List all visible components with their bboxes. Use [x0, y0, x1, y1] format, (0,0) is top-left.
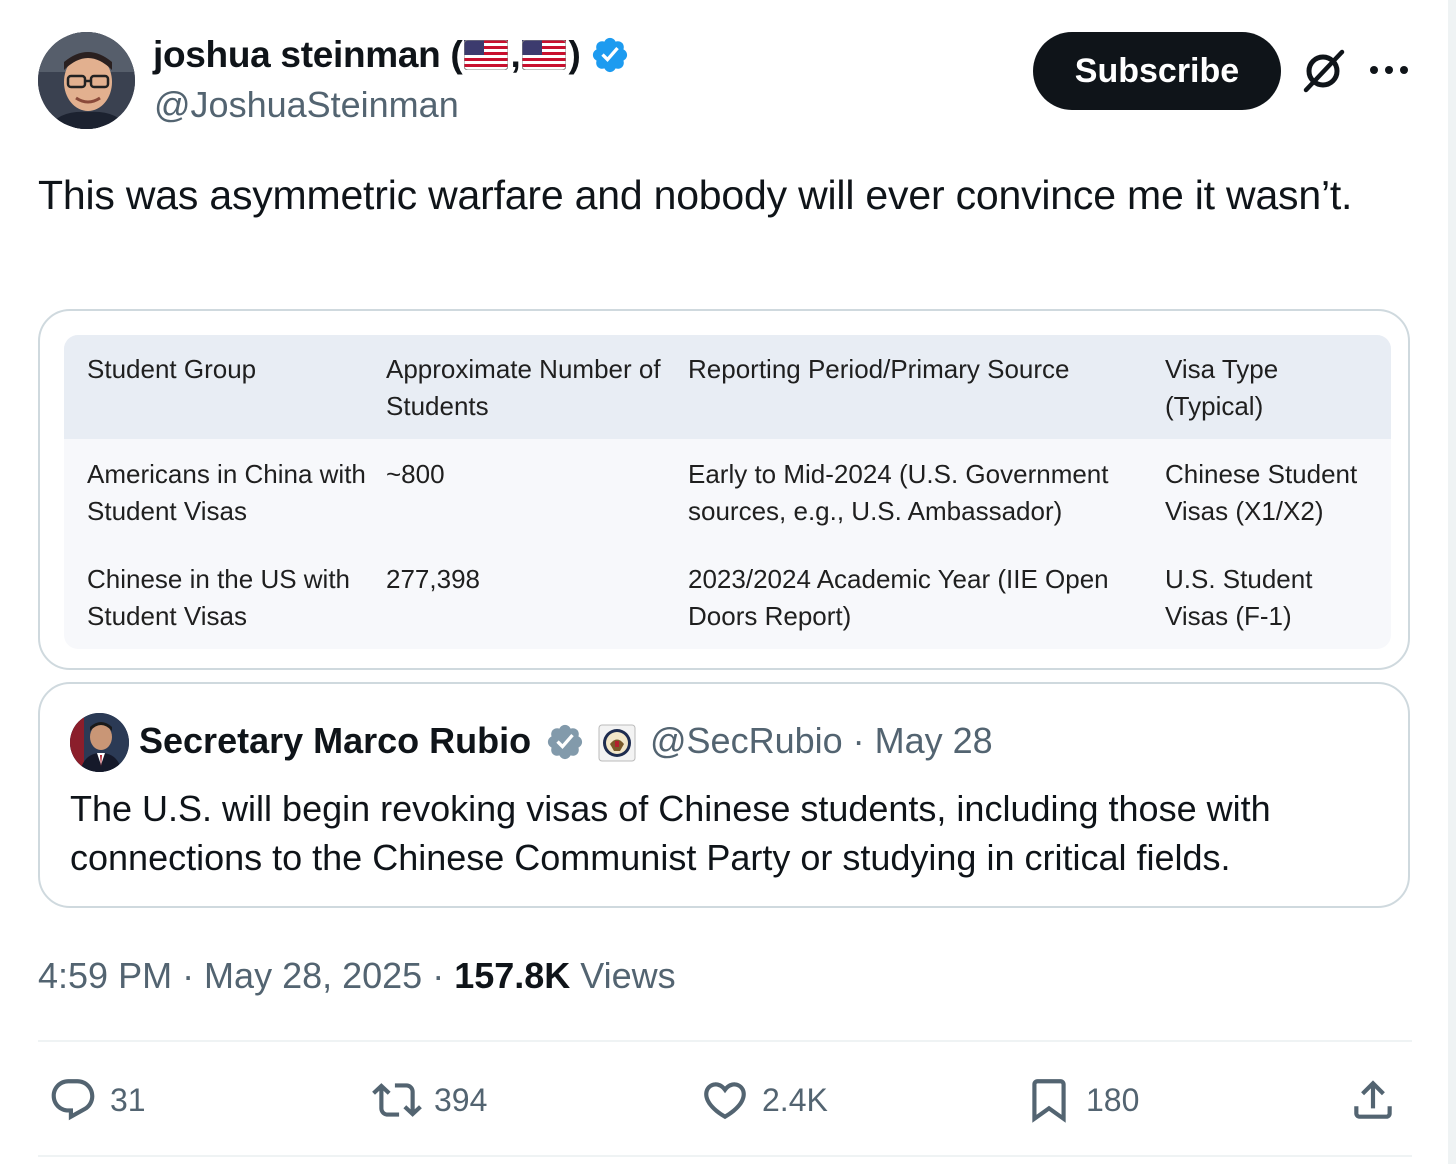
- quoted-author-name[interactable]: Secretary Marco Rubio: [139, 720, 531, 762]
- views-label: Views: [570, 955, 676, 996]
- subscribe-button[interactable]: Subscribe: [1033, 32, 1281, 110]
- grok-icon[interactable]: [1298, 46, 1348, 96]
- reply-button[interactable]: 31: [48, 1070, 146, 1130]
- gray-verified-badge-icon[interactable]: [545, 722, 585, 762]
- tweet-timestamp-views: 4:59 PM · May 28, 2025 · 157.8K Views: [38, 955, 676, 997]
- table-header-cell: Approximate Number of Students: [386, 354, 661, 421]
- table-cell: U.S. Student Visas (F-1): [1165, 564, 1313, 631]
- table-cell: Americans in China with Student Visas: [87, 459, 366, 526]
- table-cell: 2023/2024 Academic Year (IIE Open Doors …: [688, 564, 1109, 631]
- table-cell: ~800: [386, 459, 445, 489]
- author-display-name[interactable]: joshua steinman ( , ): [153, 34, 630, 76]
- table-header-cell: Visa Type (Typical): [1165, 354, 1279, 421]
- table-cell: Chinese Student Visas (X1/X2): [1165, 459, 1358, 526]
- repost-count: 394: [434, 1081, 488, 1118]
- tweet-text: This was asymmetric warfare and nobody w…: [38, 172, 1353, 218]
- table-header-cell: Student Group: [87, 354, 257, 384]
- share-icon: [1354, 1080, 1392, 1119]
- bookmark-icon: [1032, 1079, 1066, 1123]
- display-name-text: joshua steinman (: [153, 34, 463, 75]
- quoted-tweet[interactable]: Secretary Marco Rubio @SecRubio · May 28…: [38, 682, 1410, 908]
- divider: [38, 1155, 1412, 1157]
- like-count: 2.4K: [762, 1081, 828, 1118]
- verified-badge-icon[interactable]: [590, 35, 630, 75]
- quoted-author-avatar[interactable]: [70, 713, 129, 772]
- table-header-cell: Reporting Period/Primary Source: [688, 354, 1070, 384]
- tweet-timestamp[interactable]: 4:59 PM · May 28, 2025 ·: [38, 955, 454, 996]
- us-flag-icon: [464, 40, 509, 70]
- author-handle[interactable]: @JoshuaSteinman: [154, 84, 459, 126]
- share-button[interactable]: [1348, 1070, 1398, 1130]
- tweet-media-card[interactable]: Student Group Approximate Number of Stud…: [38, 309, 1410, 670]
- state-department-seal-icon: [598, 724, 636, 762]
- table-cell: Early to Mid-2024 (U.S. Government sourc…: [688, 459, 1109, 526]
- table-cell: Chinese in the US with Student Visas: [87, 564, 351, 631]
- repost-button[interactable]: 394: [372, 1070, 487, 1130]
- bookmark-count: 180: [1086, 1081, 1140, 1118]
- display-name-separator: ,: [510, 34, 521, 75]
- repost-icon: [372, 1083, 422, 1117]
- reply-count: 31: [110, 1081, 146, 1118]
- divider: [38, 1040, 1412, 1042]
- heart-icon: [704, 1082, 746, 1120]
- student-visa-table: Student Group Approximate Number of Stud…: [64, 335, 1391, 649]
- quoted-handle-and-date[interactable]: @SecRubio · May 28: [650, 720, 993, 762]
- scroll-edge: [1448, 0, 1456, 1164]
- table-cell: 277,398: [386, 564, 480, 594]
- bookmark-button[interactable]: 180: [1024, 1070, 1139, 1130]
- us-flag-icon: [522, 40, 567, 70]
- like-button[interactable]: 2.4K: [700, 1070, 828, 1130]
- more-options-icon[interactable]: [1367, 58, 1411, 82]
- quoted-tweet-text: The U.S. will begin revoking visas of Ch…: [70, 788, 1271, 878]
- views-count: 157.8K: [454, 955, 571, 996]
- reply-icon: [51, 1079, 95, 1121]
- author-avatar[interactable]: [38, 32, 135, 129]
- display-name-end: ): [568, 34, 581, 75]
